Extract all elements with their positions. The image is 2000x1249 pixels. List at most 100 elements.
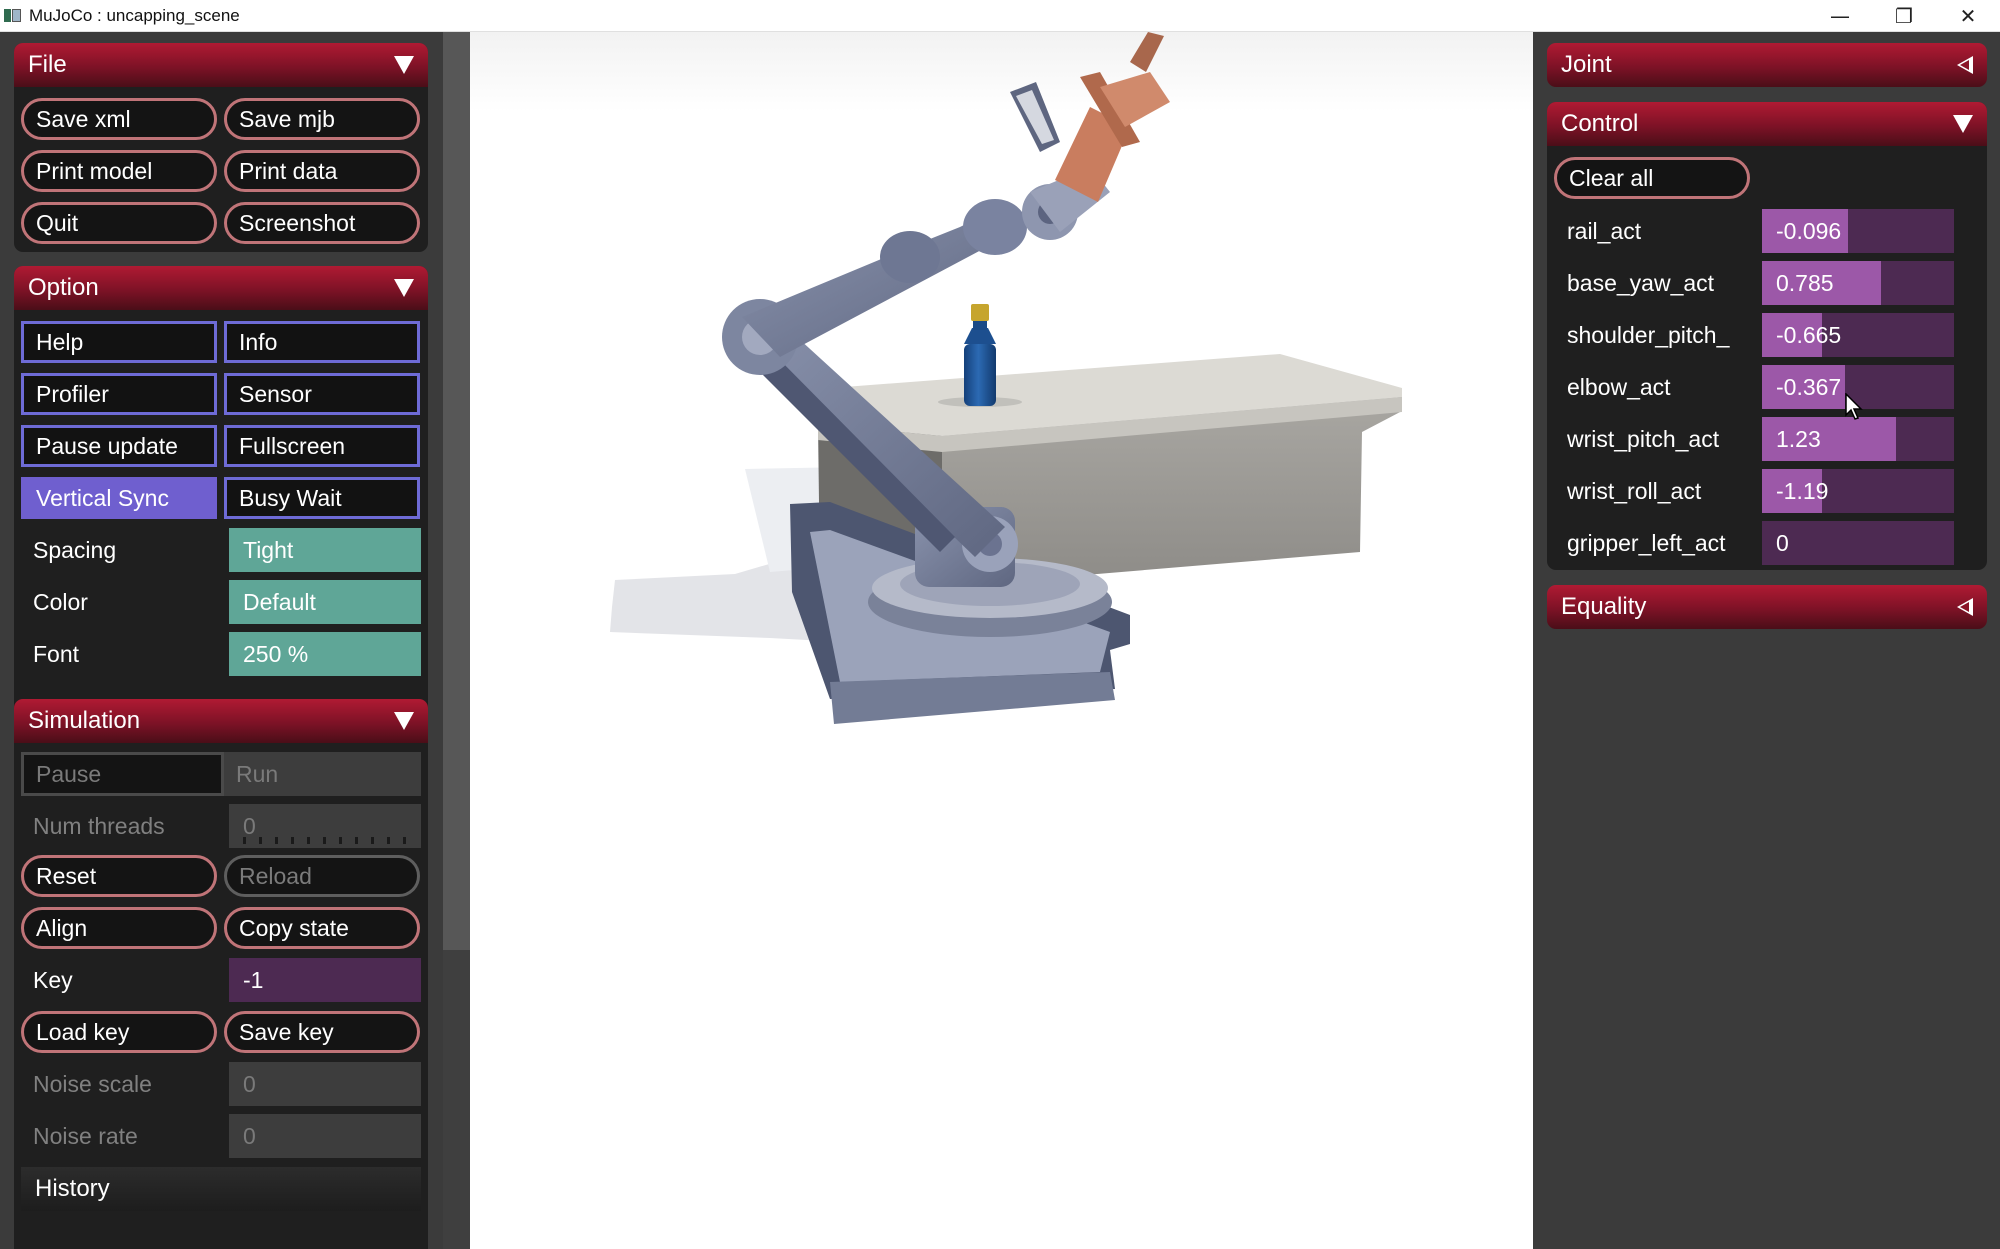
scene-render xyxy=(610,32,1402,724)
print-model-button[interactable]: Print model xyxy=(21,150,217,192)
align-button[interactable]: Align xyxy=(21,907,217,949)
actuator-label: rail_act xyxy=(1567,217,1642,244)
restore-icon: ❐ xyxy=(1895,3,1913,28)
actuator-slider[interactable]: -0.096 xyxy=(1762,209,1954,253)
joint-section: Joint xyxy=(1547,43,1987,87)
equality-section-title: Equality xyxy=(1561,593,1647,620)
collapse-arrow-icon xyxy=(394,712,414,730)
right-ui-panel: Joint Control Clear all rail_act -0.096 … xyxy=(1533,32,2000,1249)
spacing-select[interactable]: Tight xyxy=(229,528,421,572)
noise-scale-field[interactable]: 0 xyxy=(229,1062,421,1106)
actuator-value: -0.367 xyxy=(1776,373,1842,400)
profiler-toggle[interactable]: Profiler xyxy=(21,373,217,415)
color-label: Color xyxy=(33,588,88,615)
equality-section: Equality xyxy=(1547,585,1987,629)
minimize-icon: — xyxy=(1830,3,1850,28)
minimize-button[interactable]: — xyxy=(1808,0,1872,31)
num-threads-value: 0 xyxy=(243,812,256,839)
scrollbar-thumb[interactable] xyxy=(443,32,470,950)
simulation-section-title: Simulation xyxy=(28,707,141,734)
close-icon: ✕ xyxy=(1959,3,1977,28)
actuator-slider[interactable]: -1.19 xyxy=(1762,469,1954,513)
save-xml-button[interactable]: Save xml xyxy=(21,98,217,140)
save-key-button[interactable]: Save key xyxy=(224,1011,420,1053)
mouse-cursor-icon xyxy=(1845,393,1863,420)
pause-button[interactable]: Pause xyxy=(21,752,224,796)
gripper-finger-2 xyxy=(1130,32,1164,72)
key-label: Key xyxy=(33,966,73,993)
save-mjb-button[interactable]: Save mjb xyxy=(224,98,420,140)
noise-rate-label: Noise rate xyxy=(33,1122,138,1149)
clear-all-button[interactable]: Clear all xyxy=(1554,157,1750,199)
fullscreen-toggle[interactable]: Fullscreen xyxy=(224,425,420,467)
copy-state-button[interactable]: Copy state xyxy=(224,907,420,949)
joint-section-header[interactable]: Joint xyxy=(1547,43,1987,87)
pause-update-toggle[interactable]: Pause update xyxy=(21,425,217,467)
actuator-slider[interactable]: 0 xyxy=(1762,521,1954,565)
actuator-label: wrist_roll_act xyxy=(1567,477,1702,504)
noise-scale-label: Noise scale xyxy=(33,1070,152,1097)
actuator-value: 1.23 xyxy=(1776,425,1821,452)
screenshot-button[interactable]: Screenshot xyxy=(224,202,420,244)
file-section-title: File xyxy=(28,51,67,78)
actuator-slider[interactable]: 0.785 xyxy=(1762,261,1954,305)
actuator-value: 0.785 xyxy=(1776,269,1834,296)
vertical-sync-toggle[interactable]: Vertical Sync xyxy=(21,477,217,519)
bottle-neck xyxy=(973,320,987,330)
actuator-label: shoulder_pitch_ xyxy=(1567,321,1730,348)
num-threads-label: Num threads xyxy=(33,812,165,839)
expand-arrow-icon xyxy=(1957,56,1973,74)
control-section-header[interactable]: Control xyxy=(1547,102,1987,146)
actuator-value: -0.096 xyxy=(1776,217,1842,244)
actuator-label: base_yaw_act xyxy=(1567,269,1715,296)
actuator-label: gripper_left_act xyxy=(1567,529,1726,556)
run-button[interactable]: Run xyxy=(224,752,421,796)
left-panel-scrollbar[interactable] xyxy=(443,32,470,1249)
load-key-button[interactable]: Load key xyxy=(21,1011,217,1053)
noise-rate-field[interactable]: 0 xyxy=(229,1114,421,1158)
mujoco-app-icon xyxy=(4,8,22,24)
actuator-label: elbow_act xyxy=(1567,373,1671,400)
actuator-slider[interactable]: -0.665 xyxy=(1762,313,1954,357)
maximize-button[interactable]: ❐ xyxy=(1872,0,1936,31)
num-threads-slider[interactable]: 0 xyxy=(229,804,421,848)
print-data-button[interactable]: Print data xyxy=(224,150,420,192)
window-titlebar: MuJoCo : uncapping_scene — ❐ ✕ xyxy=(0,0,2000,32)
expand-arrow-icon xyxy=(1957,598,1973,616)
bottle-cap xyxy=(971,304,989,321)
left-ui-panel: File Save xml Save mjb Print model Print… xyxy=(0,32,443,1249)
option-section-title: Option xyxy=(28,274,99,301)
collapse-arrow-icon xyxy=(394,56,414,74)
busy-wait-toggle[interactable]: Busy Wait xyxy=(224,477,420,519)
simulation-section-header[interactable]: Simulation xyxy=(14,699,428,743)
reset-button[interactable]: Reset xyxy=(21,855,217,897)
option-section: Option Help Info Profiler Sensor Pause u… xyxy=(14,266,428,714)
close-button[interactable]: ✕ xyxy=(1936,0,2000,31)
window-title: MuJoCo : uncapping_scene xyxy=(29,5,240,25)
font-label: Font xyxy=(33,640,80,667)
3d-viewport[interactable] xyxy=(470,32,1533,1249)
actuator-slider[interactable]: 1.23 xyxy=(1762,417,1954,461)
key-slider[interactable]: -1 xyxy=(229,958,421,1002)
bottle-body xyxy=(964,344,996,406)
sensor-toggle[interactable]: Sensor xyxy=(224,373,420,415)
history-header: History xyxy=(21,1167,421,1211)
reload-button[interactable]: Reload xyxy=(224,855,420,897)
collapse-arrow-icon xyxy=(394,279,414,297)
joint-section-title: Joint xyxy=(1561,51,1612,78)
simulation-section: Simulation Pause Run Num threads 0 Reset… xyxy=(14,699,428,1249)
actuator-label: wrist_pitch_act xyxy=(1567,425,1720,452)
equality-section-header[interactable]: Equality xyxy=(1547,585,1987,629)
file-section: File Save xml Save mjb Print model Print… xyxy=(14,43,428,252)
help-toggle[interactable]: Help xyxy=(21,321,217,363)
file-section-header[interactable]: File xyxy=(14,43,428,87)
color-select[interactable]: Default xyxy=(229,580,421,624)
info-toggle[interactable]: Info xyxy=(224,321,420,363)
quit-button[interactable]: Quit xyxy=(21,202,217,244)
spacing-label: Spacing xyxy=(33,536,117,563)
font-select[interactable]: 250 % xyxy=(229,632,421,676)
actuator-value: -1.19 xyxy=(1776,477,1829,504)
option-section-header[interactable]: Option xyxy=(14,266,428,310)
collapse-arrow-icon xyxy=(1953,115,1973,133)
control-section-title: Control xyxy=(1561,110,1639,137)
